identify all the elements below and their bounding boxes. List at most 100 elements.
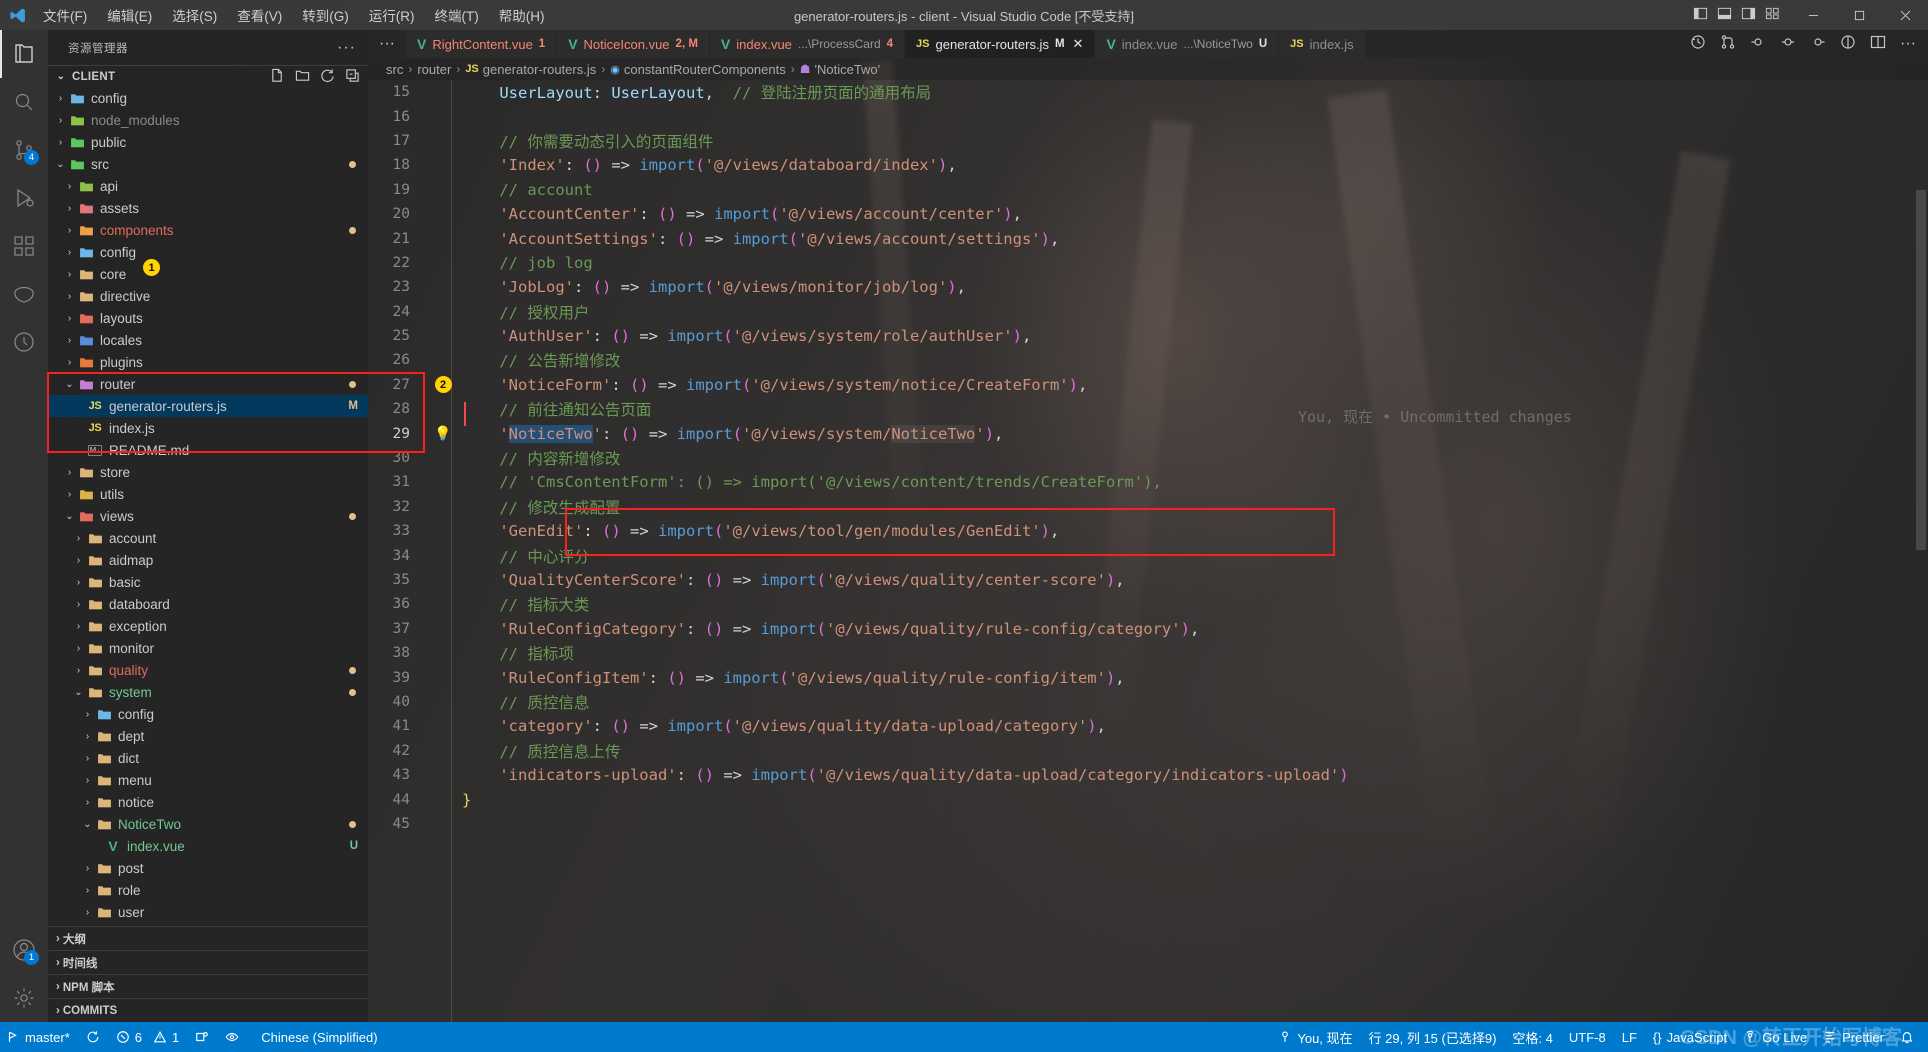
code-line-42[interactable]: 42 // 质控信息上传 xyxy=(368,739,1928,763)
code-line-20[interactable]: 20 'AccountCenter': () => import('@/view… xyxy=(368,202,1928,226)
menu-bar[interactable]: 文件(F) 编辑(E) 选择(S) 查看(V) 转到(G) 运行(R) 终端(T… xyxy=(34,1,554,29)
current-change-icon[interactable] xyxy=(1780,34,1796,55)
chevron-right-icon[interactable]: › xyxy=(63,247,76,258)
status-remote[interactable]: master* xyxy=(0,1022,78,1052)
status-sync[interactable] xyxy=(78,1022,108,1052)
breadcrumb-item-2[interactable]: JS generator-routers.js xyxy=(465,62,596,77)
tree-item-public[interactable]: › public xyxy=(48,131,368,153)
tree-item-role[interactable]: › role xyxy=(48,879,368,901)
status-language-pack[interactable]: Chinese (Simplified) xyxy=(247,1022,385,1052)
tree-item-post[interactable]: › post xyxy=(48,857,368,879)
tree-item-monitor[interactable]: › monitor xyxy=(48,637,368,659)
history-icon[interactable] xyxy=(1690,34,1706,55)
section-outline[interactable]: › 大纲 xyxy=(48,926,368,950)
tree-item-dict[interactable]: › dict xyxy=(48,747,368,769)
lightbulb-quickfix-icon[interactable]: 💡 xyxy=(434,426,451,442)
tree-item-menu[interactable]: › menu xyxy=(48,769,368,791)
code-line-37[interactable]: 37 'RuleConfigCategory': () => import('@… xyxy=(368,617,1928,641)
code-line-38[interactable]: 38 // 指标项 xyxy=(368,641,1928,665)
next-change-icon[interactable] xyxy=(1810,34,1826,55)
activity-accounts[interactable]: 1 xyxy=(0,926,48,974)
tree-item-directive[interactable]: › directive xyxy=(48,285,368,307)
menu-edit[interactable]: 编辑(E) xyxy=(98,1,161,29)
chevron-down-icon[interactable]: ⌄ xyxy=(63,379,76,390)
menu-selection[interactable]: 选择(S) xyxy=(163,1,226,29)
code-line-33[interactable]: 33 'GenEdit': () => import('@/views/tool… xyxy=(368,519,1928,543)
code-line-25[interactable]: 25 'AuthUser': () => import('@/views/sys… xyxy=(368,324,1928,348)
customize-layout-icon[interactable] xyxy=(1765,6,1780,24)
toggle-primary-sidebar-icon[interactable] xyxy=(1693,6,1708,24)
toggle-panel-icon[interactable] xyxy=(1717,6,1732,24)
chevron-right-icon[interactable]: › xyxy=(54,115,67,126)
tree-item-config[interactable]: › config xyxy=(48,241,368,263)
tree-item-config[interactable]: › config xyxy=(48,703,368,725)
chevron-right-icon[interactable]: › xyxy=(63,357,76,368)
editor-scrollbar[interactable] xyxy=(1914,130,1928,1022)
activity-search[interactable] xyxy=(0,78,48,126)
code-line-19[interactable]: 19 // account xyxy=(368,178,1928,202)
tree-item-index-js[interactable]: JS index.js xyxy=(48,417,368,439)
chevron-right-icon[interactable]: › xyxy=(81,797,94,808)
chevron-right-icon[interactable]: › xyxy=(63,489,76,500)
explorer-section-header[interactable]: ⌄ CLIENT xyxy=(48,65,368,87)
glyph-margin[interactable]: 2 xyxy=(430,376,456,394)
chevron-right-icon[interactable]: › xyxy=(63,225,76,236)
status-gitlens-blame[interactable]: You, 现在 xyxy=(1270,1022,1360,1052)
tree-item-api[interactable]: › api xyxy=(48,175,368,197)
menu-go[interactable]: 转到(G) xyxy=(293,1,358,29)
code-line-35[interactable]: 35 'QualityCenterScore': () => import('@… xyxy=(368,568,1928,592)
tree-item-databoard[interactable]: › databoard xyxy=(48,593,368,615)
chevron-right-icon[interactable]: › xyxy=(72,577,85,588)
chevron-down-icon[interactable]: ⌄ xyxy=(81,819,94,830)
tree-item-readme-md[interactable]: M↓ README.md xyxy=(48,439,368,461)
breadcrumb-item-0[interactable]: src xyxy=(386,62,403,77)
status-indentation[interactable]: 空格: 4 xyxy=(1504,1022,1560,1052)
chevron-right-icon[interactable]: › xyxy=(81,775,94,786)
editor-tab-index-vue-4[interactable]: Vindex.vue ...\NoticeTwo U xyxy=(1095,30,1280,58)
close-button[interactable] xyxy=(1882,0,1928,30)
menu-view[interactable]: 查看(V) xyxy=(228,1,291,29)
code-line-30[interactable]: 30 // 内容新增修改 xyxy=(368,446,1928,470)
chevron-down-icon[interactable]: ⌄ xyxy=(54,159,67,170)
code-line-24[interactable]: 24 // 授权用户 xyxy=(368,300,1928,324)
chevron-right-icon[interactable]: › xyxy=(63,269,76,280)
breadcrumb-item-4[interactable]: ☗ 'NoticeTwo' xyxy=(800,62,880,77)
editor-tab-noticeicon-vue-1[interactable]: V NoticeIcon.vue 2, M xyxy=(557,30,710,58)
activity-extensions[interactable] xyxy=(0,222,48,270)
code-line-34[interactable]: 34 // 中心评分 xyxy=(368,543,1928,567)
editor-tab-index-js-5[interactable]: JS index.js xyxy=(1279,30,1366,58)
tree-item-exception[interactable]: › exception xyxy=(48,615,368,637)
code-line-41[interactable]: 41 'category': () => import('@/views/qua… xyxy=(368,714,1928,738)
menu-run[interactable]: 运行(R) xyxy=(360,1,424,29)
tree-item-views[interactable]: ⌄ views xyxy=(48,505,368,527)
new-file-icon[interactable] xyxy=(270,68,285,86)
tree-item-index-vue[interactable]: Vindex.vue U xyxy=(48,835,368,857)
chevron-right-icon[interactable]: › xyxy=(81,863,94,874)
status-cursor-position[interactable]: 行 29, 列 15 (已选择9) xyxy=(1361,1022,1505,1052)
code-line-21[interactable]: 21 'AccountSettings': () => import('@/vi… xyxy=(368,226,1928,250)
tree-item-account[interactable]: › account xyxy=(48,527,368,549)
chevron-right-icon[interactable]: › xyxy=(72,621,85,632)
code-line-16[interactable]: 16 xyxy=(368,104,1928,128)
more-actions-icon[interactable]: ··· xyxy=(1900,35,1916,53)
breadcrumb-item-3[interactable]: ◉ constantRouterComponents xyxy=(610,62,785,77)
chevron-right-icon[interactable]: › xyxy=(63,467,76,478)
tree-item-generator-routers-js[interactable]: JS generator-routers.js M xyxy=(48,395,368,417)
tab-close-icon[interactable]: ✕ xyxy=(1073,36,1084,52)
chevron-down-icon[interactable]: ⌄ xyxy=(63,511,76,522)
code-line-15[interactable]: 15 UserLayout: UserLayout, // 登陆注册页面的通用布… xyxy=(368,80,1928,104)
tree-item-assets[interactable]: › assets xyxy=(48,197,368,219)
new-folder-icon[interactable] xyxy=(295,68,310,86)
activity-source-control[interactable]: 4 xyxy=(0,126,48,174)
code-line-23[interactable]: 23 'JobLog': () => import('@/views/monit… xyxy=(368,275,1928,299)
code-line-44[interactable]: 44} xyxy=(368,787,1928,811)
tree-item-dept[interactable]: › dept xyxy=(48,725,368,747)
section-npm-scripts[interactable]: › NPM 脚本 xyxy=(48,974,368,998)
tree-item-quality[interactable]: › quality xyxy=(48,659,368,681)
chevron-right-icon[interactable]: › xyxy=(54,137,67,148)
status-prettier[interactable]: Prettier xyxy=(1815,1022,1892,1052)
breadcrumb[interactable]: src › router › JS generator-routers.js › ◉ const… xyxy=(368,58,1928,80)
chevron-right-icon[interactable]: › xyxy=(63,313,76,324)
section-commits[interactable]: › COMMITS xyxy=(48,998,368,1022)
maximize-button[interactable] xyxy=(1836,0,1882,30)
